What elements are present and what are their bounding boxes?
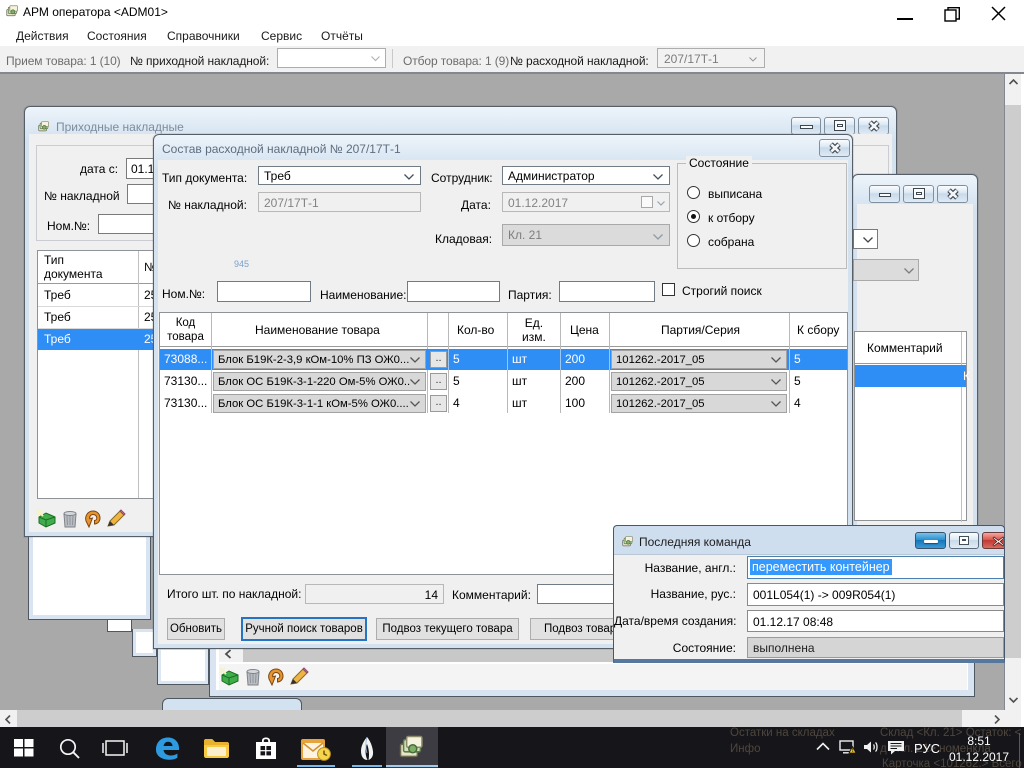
- svg-text:!: !: [852, 748, 854, 754]
